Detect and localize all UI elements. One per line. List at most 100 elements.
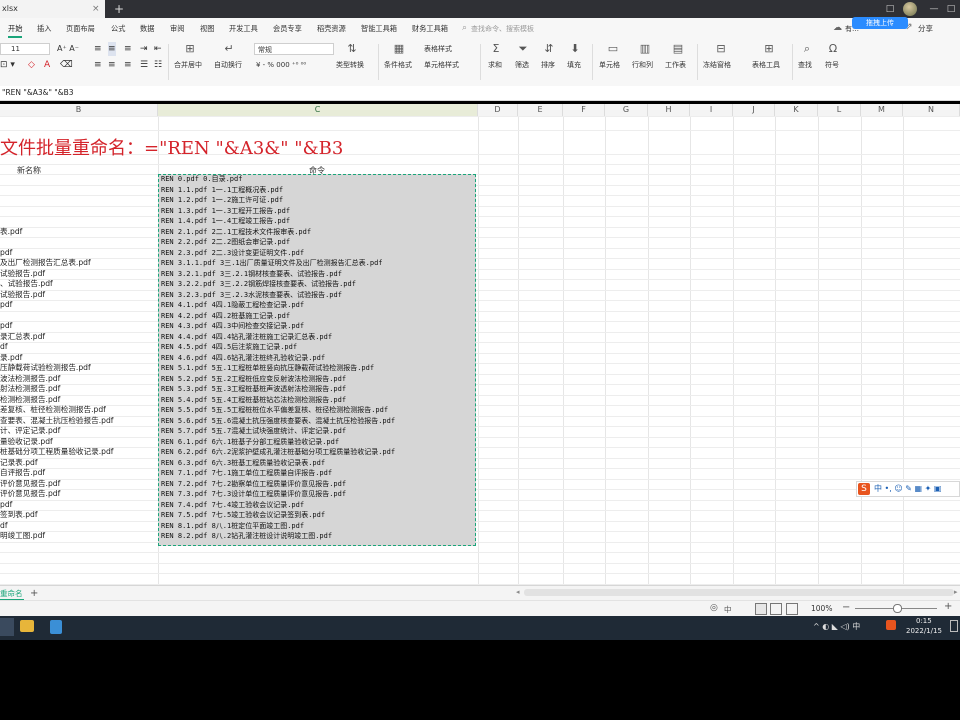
cell-new-name[interactable]: 波法检测报告.pdf bbox=[0, 374, 60, 385]
cell-command[interactable]: REN 4.4.pdf 4四.4钻孔灌注桩施工记录汇总表.pdf bbox=[161, 332, 332, 343]
cell-command[interactable]: REN 1.3.pdf 1一.3工程开工报告.pdf bbox=[161, 206, 290, 217]
start-button[interactable] bbox=[0, 618, 14, 636]
fill-color-icon[interactable]: ◇ bbox=[28, 58, 35, 72]
find-button[interactable]: 查找 bbox=[798, 58, 812, 72]
cell-new-name[interactable]: 签到表.pdf bbox=[0, 510, 38, 521]
cell-new-name[interactable]: 记录表.pdf bbox=[0, 458, 38, 469]
cell-new-name[interactable]: 录汇总表.pdf bbox=[0, 332, 45, 343]
cell-command[interactable]: REN 3.2.3.pdf 3三.2.3水泥核查要表、试验报告.pdf bbox=[161, 290, 342, 301]
menu-formulas[interactable]: 公式 bbox=[111, 22, 125, 36]
ime-indicator[interactable]: 中 bbox=[724, 604, 732, 615]
indent-icon[interactable]: ⇥ bbox=[140, 42, 148, 56]
cell-new-name[interactable]: 桩基础分项工程质量验收记录.pdf bbox=[0, 447, 113, 458]
cell-new-name[interactable]: 评价意见报告.pdf bbox=[0, 489, 60, 500]
cell-command[interactable]: REN 5.6.pdf 5五.6混凝土抗压强度核查要表、混凝土抗压检验报告.pd… bbox=[161, 416, 395, 427]
menu-insert[interactable]: 插入 bbox=[37, 22, 51, 36]
menu-developer[interactable]: 开发工具 bbox=[229, 22, 258, 36]
sheet-tab-rename[interactable]: 重命名 bbox=[0, 586, 24, 601]
app-icon[interactable] bbox=[50, 620, 62, 634]
filter-icon[interactable]: ⏷ bbox=[516, 42, 530, 56]
cell-command[interactable]: REN 4.2.pdf 4四.2桩基施工记录.pdf bbox=[161, 311, 290, 322]
cell-command[interactable]: REN 5.3.pdf 5五.3工程桩基桩声波透射法检测报告.pdf bbox=[161, 384, 346, 395]
cell-command[interactable]: REN 2.1.pdf 2二.1工程技术文件报审表.pdf bbox=[161, 227, 311, 238]
sort-icon[interactable]: ⇵ bbox=[542, 42, 556, 56]
normal-view-icon[interactable] bbox=[755, 603, 767, 615]
conditional-format-button[interactable]: 条件格式 bbox=[384, 58, 412, 72]
font-size-select[interactable]: 11 bbox=[8, 43, 50, 55]
cell-command[interactable]: REN 7.3.pdf 7七.3设计单位工程质量评价意见报告.pdf bbox=[161, 489, 346, 500]
filter-button[interactable]: 筛选 bbox=[515, 58, 529, 72]
column-header-b[interactable]: B bbox=[0, 104, 158, 116]
system-tray[interactable]: ^ ◐ ◣ ◁) 中 bbox=[813, 621, 860, 632]
column-header-c[interactable]: C bbox=[158, 104, 478, 116]
cell-command[interactable]: REN 2.3.pdf 2二.3设计变更证明文件.pdf bbox=[161, 248, 304, 259]
column-header-m[interactable]: M bbox=[861, 104, 903, 116]
merge-center-button[interactable]: 合并居中 bbox=[174, 58, 202, 72]
add-sheet-button[interactable]: + bbox=[30, 586, 38, 601]
cell-new-name[interactable]: 试验报告.pdf bbox=[0, 269, 45, 280]
cell-command[interactable]: REN 5.1.pdf 5五.1工程桩单桩竖向抗压静载荷试验检测报告.pdf bbox=[161, 363, 374, 374]
cell-command[interactable]: REN 0.pdf 0.目录.pdf bbox=[161, 174, 242, 185]
cell-new-name[interactable]: 差复核、桩径检测检测报告.pdf bbox=[0, 405, 106, 416]
cell-command[interactable]: REN 3.2.1.pdf 3三.2.1钢材核查要表、试验报告.pdf bbox=[161, 269, 342, 280]
symbol-button[interactable]: 符号 bbox=[825, 58, 839, 72]
wrap-text-button[interactable]: 自动换行 bbox=[214, 58, 242, 72]
page-break-view-icon[interactable] bbox=[786, 603, 798, 615]
column-header-n[interactable]: N bbox=[903, 104, 960, 116]
close-tab-icon[interactable]: × bbox=[92, 0, 100, 18]
cell-command[interactable]: REN 5.2.pdf 5五.2工程桩低应变反射波法检测报告.pdf bbox=[161, 374, 346, 385]
scroll-left-icon[interactable]: ◂ bbox=[516, 588, 520, 596]
ime-tools[interactable]: 中 •, ☺ ✎ ▦ ✦ ▣ bbox=[874, 483, 941, 495]
cell-new-name[interactable]: df bbox=[0, 342, 8, 353]
document-tab[interactable]: xlsx bbox=[0, 0, 105, 18]
table-tools-button[interactable]: 表格工具 bbox=[752, 58, 780, 72]
zoom-level[interactable]: 100% bbox=[811, 604, 832, 613]
symbol-icon[interactable]: Ω bbox=[826, 42, 840, 56]
menu-review[interactable]: 审阅 bbox=[170, 22, 184, 36]
cell-command[interactable]: REN 7.1.pdf 7七.1施工单位工程质量自评报告.pdf bbox=[161, 468, 332, 479]
column-header-h[interactable]: H bbox=[648, 104, 690, 116]
freeze-panes-icon[interactable]: ⊟ bbox=[714, 42, 728, 56]
sogou-logo-icon[interactable]: S bbox=[858, 483, 870, 495]
cell-new-name[interactable]: 量验收记录.pdf bbox=[0, 437, 53, 448]
cell-new-name[interactable]: pdf bbox=[0, 248, 12, 259]
sort-button[interactable]: 排序 bbox=[541, 58, 555, 72]
type-convert-icon[interactable]: ⇅ bbox=[345, 42, 359, 56]
cell-command[interactable]: REN 1.1.pdf 1一.1工程概况表.pdf bbox=[161, 185, 283, 196]
column-header-j[interactable]: J bbox=[733, 104, 775, 116]
align-top-icon[interactable]: ≡ bbox=[94, 42, 102, 56]
cell-new-name[interactable]: pdf bbox=[0, 500, 12, 511]
find-icon[interactable]: ⌕ bbox=[800, 42, 814, 56]
column-header-k[interactable]: K bbox=[775, 104, 818, 116]
ime-toolbar[interactable]: S 中 •, ☺ ✎ ▦ ✦ ▣ bbox=[856, 481, 960, 497]
zoom-out-button[interactable]: − bbox=[842, 602, 850, 613]
header-new-name[interactable]: 新名称 bbox=[17, 165, 41, 176]
cell-command[interactable]: REN 8.2.pdf 8八.2钻孔灌注桩设计说明竣工图.pdf bbox=[161, 531, 332, 542]
menu-docer[interactable]: 稻壳资源 bbox=[317, 22, 346, 36]
freeze-panes-button[interactable]: 冻结窗格 bbox=[703, 58, 731, 72]
window-restore-icon[interactable]: □ bbox=[884, 3, 896, 15]
file-explorer-icon[interactable] bbox=[20, 620, 34, 632]
formula-bar[interactable]: "REN "&A3&" "&B3 bbox=[0, 86, 960, 101]
cell-command[interactable]: REN 5.7.pdf 5五.7混凝土试块强度统计、评定记录.pdf bbox=[161, 426, 346, 437]
zoom-slider-thumb[interactable] bbox=[893, 604, 902, 613]
cell-new-name[interactable]: 明竣工图.pdf bbox=[0, 531, 45, 542]
avatar[interactable] bbox=[903, 2, 917, 16]
cell-new-name[interactable]: 射法检测报告.pdf bbox=[0, 384, 60, 395]
cell-new-name[interactable]: 计、评定记录.pdf bbox=[0, 426, 60, 437]
column-header-d[interactable]: D bbox=[478, 104, 518, 116]
type-convert-button[interactable]: 类型转换 bbox=[336, 58, 364, 72]
align-middle-icon[interactable]: ≡ bbox=[108, 42, 116, 56]
cell-command[interactable]: REN 3.2.2.pdf 3三.2.2钢筋焊接核查要表、试验报告.pdf bbox=[161, 279, 356, 290]
column-header-i[interactable]: I bbox=[690, 104, 733, 116]
cell-command[interactable]: REN 1.4.pdf 1一.4工程竣工报告.pdf bbox=[161, 216, 290, 227]
outdent-icon[interactable]: ⇤ bbox=[154, 42, 162, 56]
cell-command[interactable]: REN 4.1.pdf 4四.1隐蔽工程检查记录.pdf bbox=[161, 300, 304, 311]
cell-new-name[interactable]: df bbox=[0, 521, 8, 532]
font-color-icon[interactable]: A bbox=[44, 58, 50, 72]
number-format-select[interactable]: 常规 bbox=[254, 43, 334, 55]
column-header-e[interactable]: E bbox=[518, 104, 563, 116]
menu-home[interactable]: 开始 bbox=[8, 22, 23, 38]
cell-new-name[interactable]: 自评报告.pdf bbox=[0, 468, 45, 479]
cell-command[interactable]: REN 6.2.pdf 6六.2泥浆护壁成孔灌注桩基础分项工程质量验收记录.pd… bbox=[161, 447, 395, 458]
